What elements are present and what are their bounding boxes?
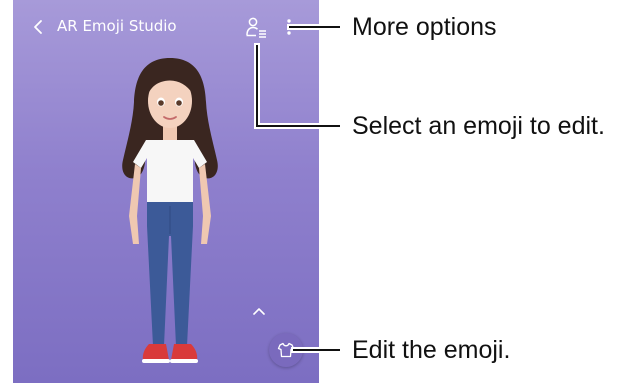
- t-shirt-icon: [277, 342, 295, 358]
- person-list-icon: [246, 17, 266, 38]
- select-emoji-button[interactable]: [245, 15, 269, 41]
- expand-panel-button[interactable]: [250, 304, 268, 318]
- callout-select-emoji: Select an emoji to edit.: [352, 112, 605, 140]
- callout-edit-emoji: Edit the emoji.: [352, 336, 511, 364]
- more-options-button[interactable]: [283, 14, 295, 40]
- app-title: AR Emoji Studio: [57, 17, 177, 35]
- back-button[interactable]: [27, 16, 49, 38]
- app-bar: AR Emoji Studio: [13, 0, 319, 54]
- vertical-dots-icon: [287, 19, 291, 35]
- chevron-up-icon: [253, 308, 265, 315]
- callout-more-options: More options: [352, 13, 497, 41]
- chevron-left-icon: [34, 20, 42, 34]
- ar-emoji-avatar[interactable]: [113, 56, 228, 374]
- phone-screen: AR Emoji Studio: [13, 0, 319, 383]
- edit-emoji-button[interactable]: [269, 333, 303, 367]
